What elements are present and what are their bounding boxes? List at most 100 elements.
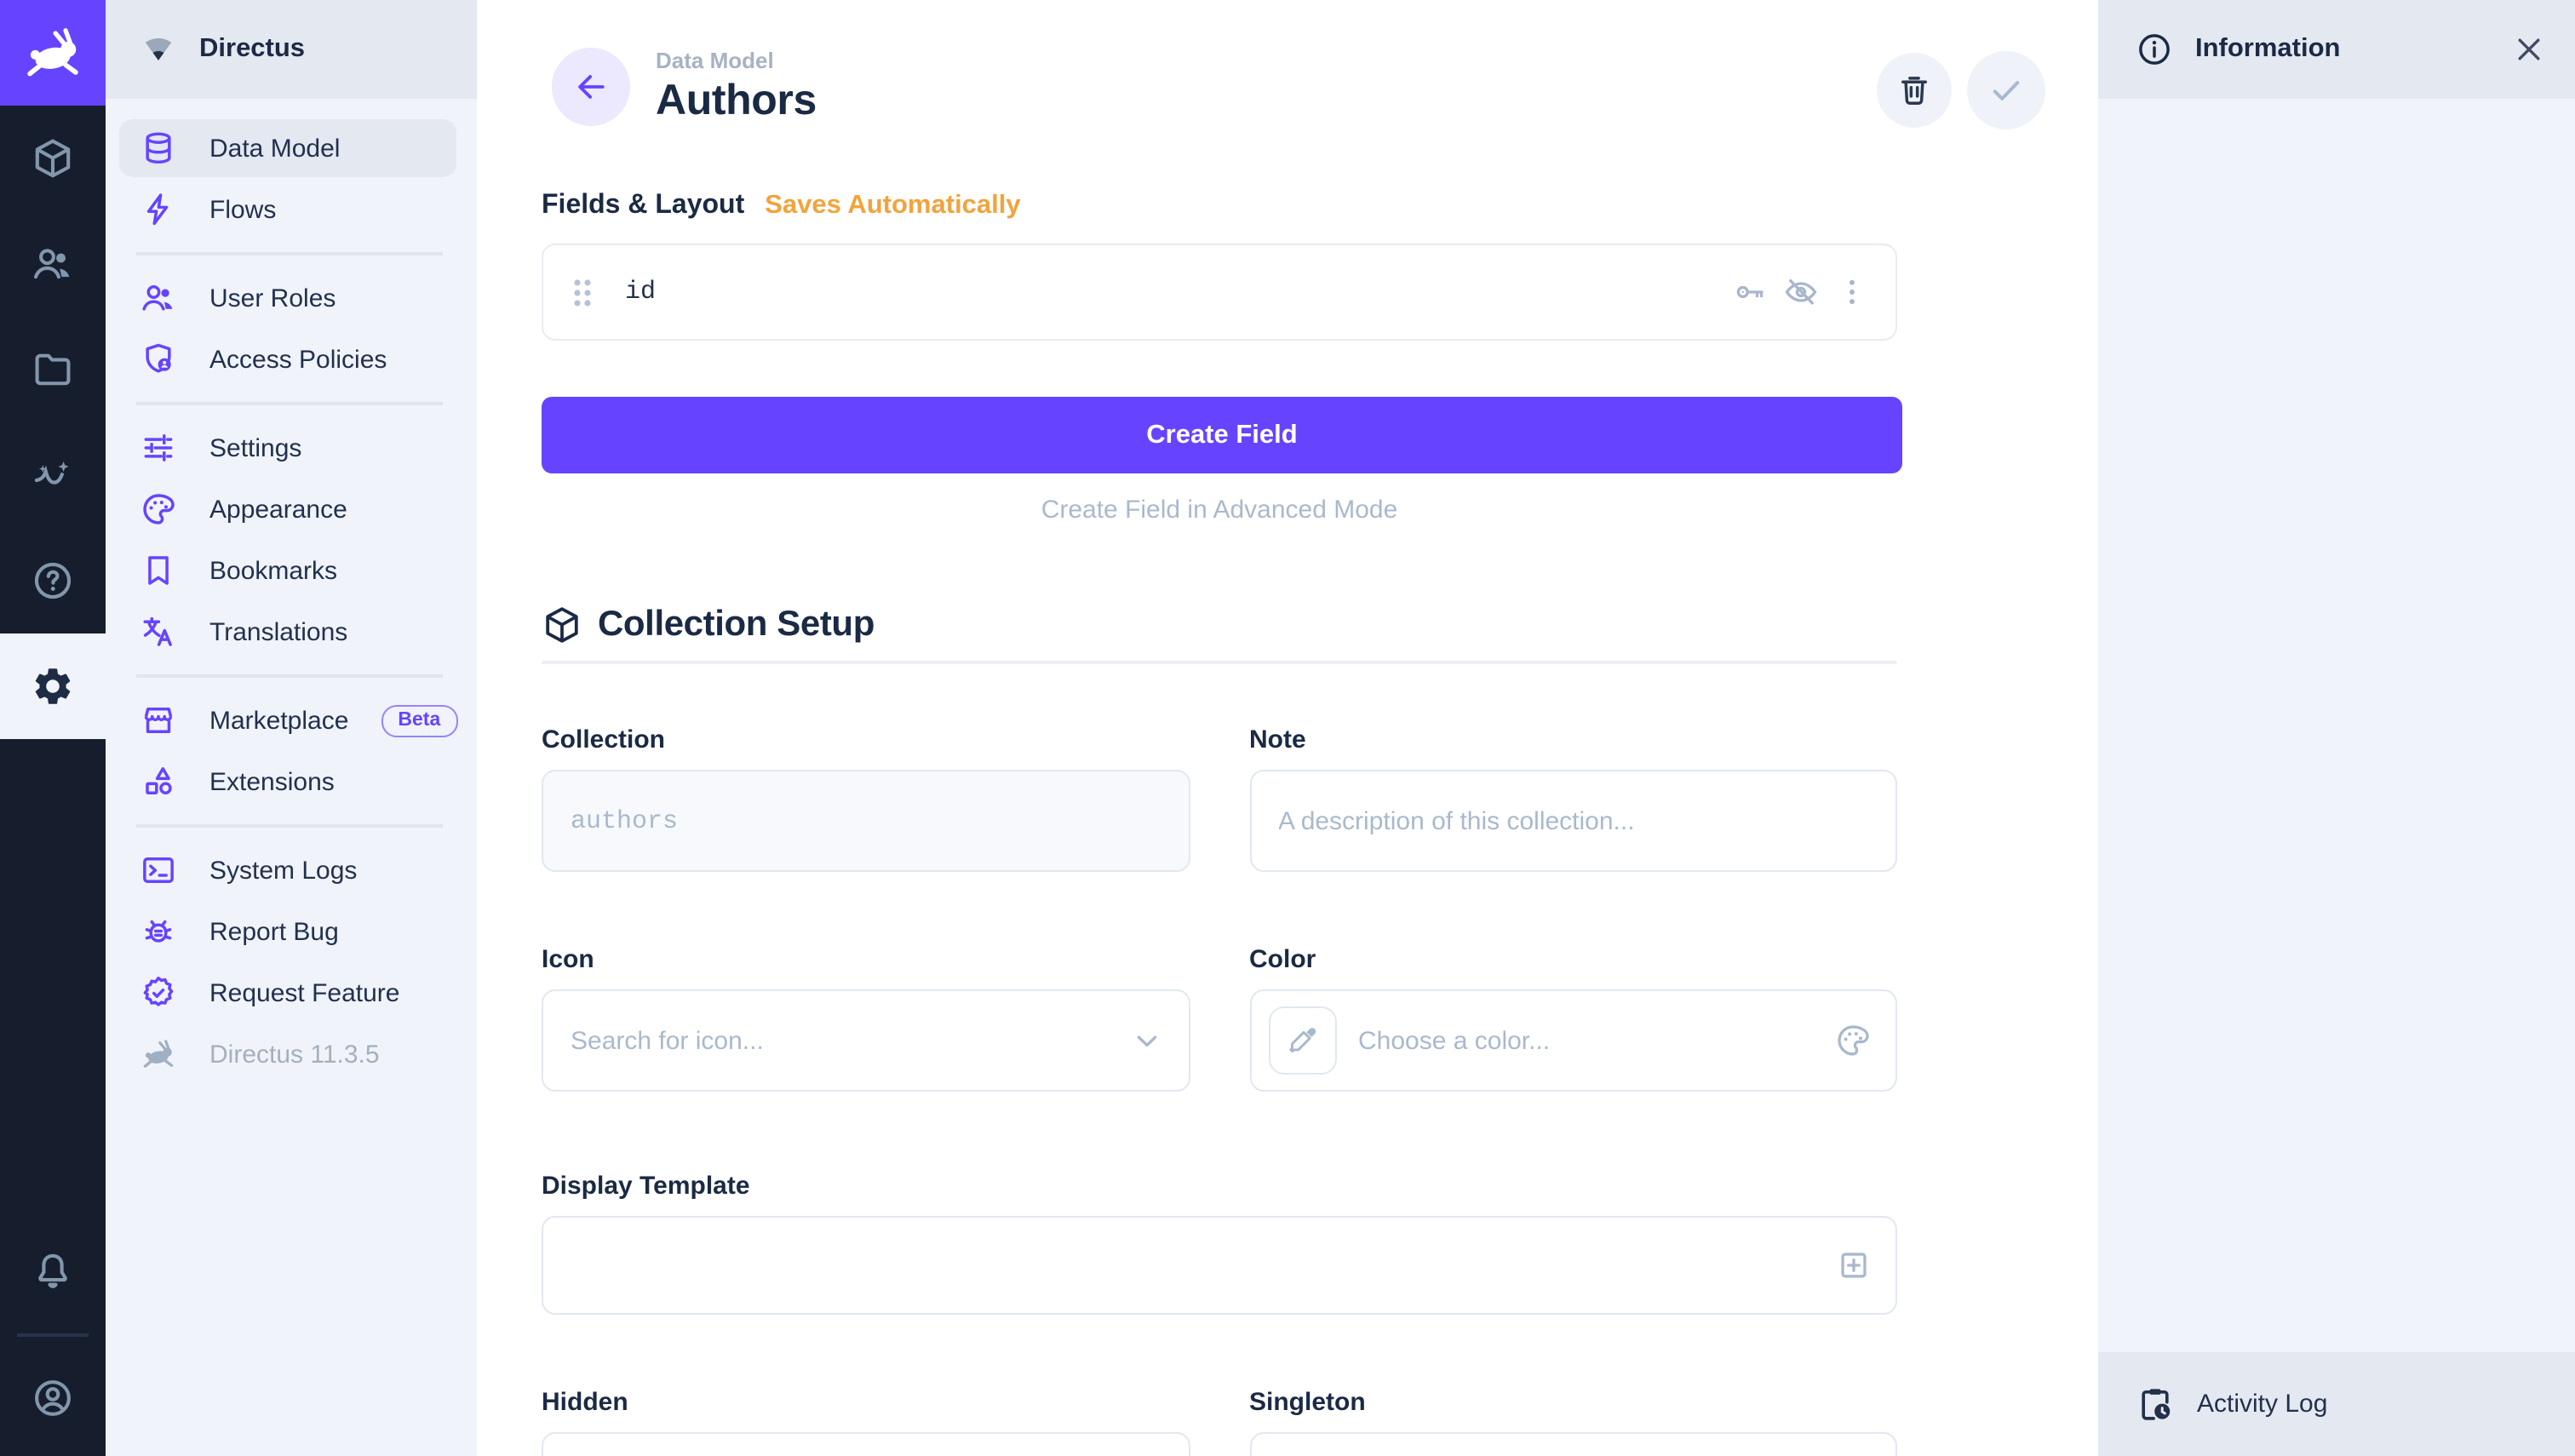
display-template-input[interactable] [542,1216,1897,1315]
box-icon [542,605,582,645]
user-roles-icon [140,279,177,317]
nav-item-label: Translations [209,617,347,646]
database-icon [140,129,177,167]
module-insights[interactable] [0,422,106,528]
kebab-menu-icon[interactable] [1834,274,1870,310]
directus-logo[interactable] [0,0,106,106]
info-icon [2136,31,2173,68]
tune-icon [140,429,177,467]
info-sidebar-title: Information [2195,34,2341,65]
note-field: Note [1249,725,1897,872]
main-content: Data Model Authors Fields & Layout Saves… [477,0,2098,1456]
nav-item-flows[interactable]: Flows [119,181,456,238]
nav-item-settings[interactable]: Settings [119,419,456,477]
note-label: Note [1249,725,1897,754]
users-icon [31,242,75,286]
nav-divider [136,252,443,255]
info-sidebar-body [2098,99,2575,1352]
notifications-button[interactable] [0,1219,106,1325]
icon-label: Icon [542,945,1190,974]
nav-item-extensions[interactable]: Extensions [119,753,456,811]
delete-collection-button[interactable] [1877,53,1952,128]
primary-key-icon [1732,274,1768,310]
nav-item-label: Report Bug [209,917,339,946]
header-actions [1877,51,2045,129]
page-header: Data Model Authors [542,0,1897,174]
palette-icon [140,490,177,528]
activity-log-section[interactable]: Activity Log [2098,1352,2575,1456]
drag-handle-icon[interactable] [569,275,596,309]
bell-icon [31,1250,75,1294]
display-template-label: Display Template [542,1172,1897,1201]
nav-item-translations[interactable]: Translations [119,603,456,661]
singleton-toggle[interactable] [1249,1432,1897,1456]
module-files[interactable] [0,317,106,422]
module-users[interactable] [0,211,106,317]
nav-item-marketplace[interactable]: Marketplace Beta [119,691,456,749]
back-button[interactable] [552,48,630,126]
collection-field: Collection [542,725,1190,872]
eye-off-icon[interactable] [1783,274,1819,310]
nav-item-label: Bookmarks [209,556,337,585]
nav-item-label: Appearance [209,495,347,524]
nav-item-access-policies[interactable]: Access Policies [119,330,456,388]
field-name: id [625,278,656,307]
module-content[interactable] [0,106,106,211]
nav-item-label: Flows [209,195,276,224]
singleton-field: Singleton [1249,1388,1897,1456]
nav-item-report-bug[interactable]: Report Bug [119,903,456,960]
color-field: Color [1249,945,1897,1092]
nav-item-user-roles[interactable]: User Roles [119,269,456,327]
eyedropper-button[interactable] [1268,1006,1336,1075]
nav-item-data-model[interactable]: Data Model [119,119,456,177]
nav-item-label: Settings [209,433,301,462]
add-box-icon[interactable] [1836,1247,1872,1283]
beta-badge: Beta [381,704,457,737]
collection-label: Collection [542,725,1190,754]
bolt-icon [140,191,177,228]
bug-icon [140,913,177,950]
nav-item-label: Access Policies [209,345,387,374]
hidden-label: Hidden [542,1388,1190,1417]
rabbit-icon [20,20,85,85]
module-docs[interactable] [0,528,106,633]
section-divider [542,661,1897,664]
advanced-mode-link[interactable]: Create Field in Advanced Mode [542,496,1897,525]
project-header[interactable]: Directus [106,0,477,99]
nav-item-appearance[interactable]: Appearance [119,480,456,538]
box-icon [31,136,75,181]
nav-item-system-logs[interactable]: System Logs [119,841,456,899]
note-input[interactable] [1249,770,1897,872]
color-input[interactable] [1358,1026,1812,1055]
nav-divider [136,824,443,828]
nav-item-label: Marketplace [209,706,348,735]
module-settings[interactable] [0,633,106,739]
eyedropper-icon [1285,1023,1319,1058]
module-bar [0,0,106,1456]
nav-divider [136,402,443,405]
gear-icon [31,664,75,708]
nav-item-label: Request Feature [209,978,399,1007]
color-label: Color [1249,945,1897,974]
translate-icon [140,613,177,651]
create-field-button[interactable]: Create Field [542,397,1902,473]
close-icon[interactable] [2512,32,2546,66]
shield-lock-icon [140,341,177,378]
palette-icon[interactable] [1834,1022,1872,1059]
module-bar-divider [17,1333,89,1337]
hidden-field: Hidden [542,1388,1190,1456]
account-icon [31,1376,75,1420]
field-row-id[interactable]: id [542,244,1897,341]
nav-list: Data Model Flows [106,99,477,1086]
account-button[interactable] [0,1345,106,1451]
help-icon [31,559,75,603]
nav-item-bookmarks[interactable]: Bookmarks [119,542,456,599]
hidden-toggle[interactable] [542,1432,1190,1456]
save-button[interactable] [1967,51,2045,129]
page-title: Authors [656,77,817,126]
rabbit-gray-icon [140,1035,177,1073]
clipboard-clock-icon [2136,1384,2175,1424]
chevron-down-icon[interactable] [1128,1023,1164,1058]
nav-item-request-feature[interactable]: Request Feature [119,964,456,1022]
icon-search-input[interactable] [542,989,1190,1092]
